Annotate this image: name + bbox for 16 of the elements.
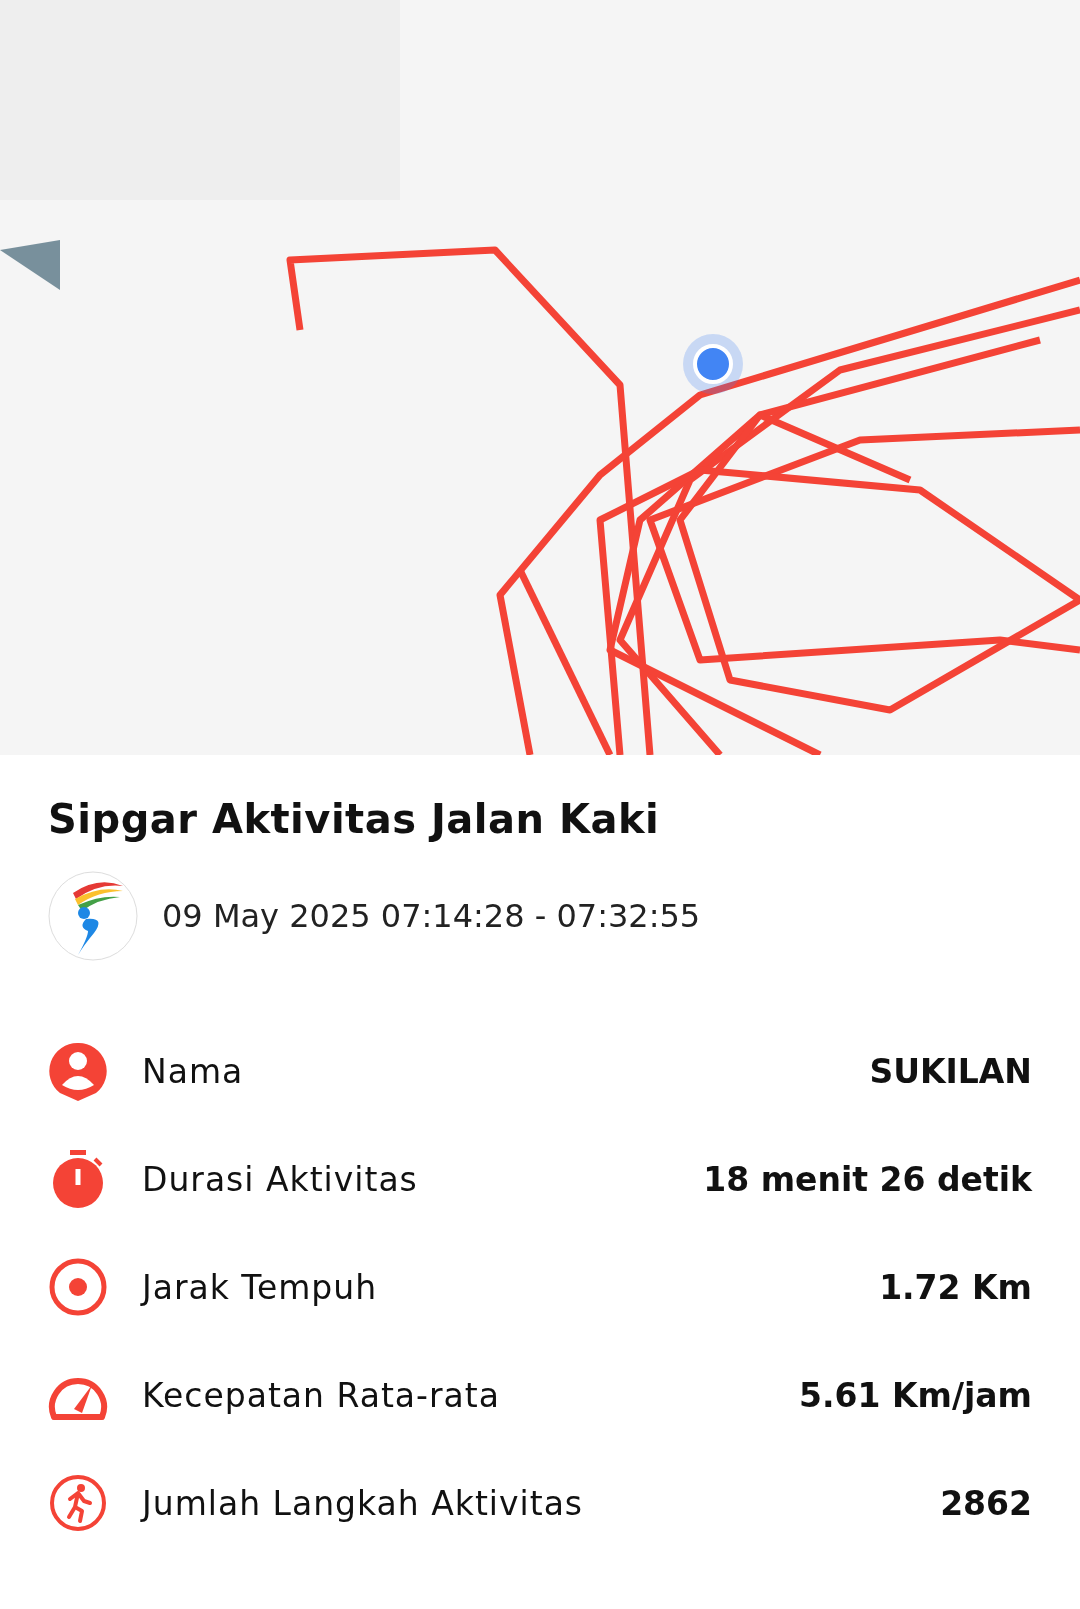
- stat-label: Durasi Aktivitas: [142, 1159, 419, 1199]
- stat-label: Jarak Tempuh: [142, 1267, 379, 1307]
- stat-label: Nama: [142, 1051, 245, 1091]
- stat-value: 2862: [940, 1483, 1032, 1523]
- running-icon: [48, 1473, 108, 1533]
- stat-value: 5.61 Km/jam: [799, 1375, 1032, 1415]
- date-range: 09 May 2025 07:14:28 - 07:32:55: [162, 897, 701, 935]
- stat-value: 1.72 Km: [879, 1267, 1032, 1307]
- stat-value: 18 menit 26 detik: [703, 1159, 1032, 1199]
- target-icon: [48, 1257, 108, 1317]
- stat-label: Jumlah Langkah Aktivitas: [142, 1483, 585, 1523]
- activity-title: Sipgar Aktivitas Jalan Kaki: [48, 795, 661, 843]
- person-pin-icon: [48, 1041, 108, 1101]
- stat-value: SUKILAN: [869, 1051, 1032, 1091]
- stat-label: Kecepatan Rata-rata: [142, 1375, 501, 1415]
- logo-icon: [48, 871, 138, 961]
